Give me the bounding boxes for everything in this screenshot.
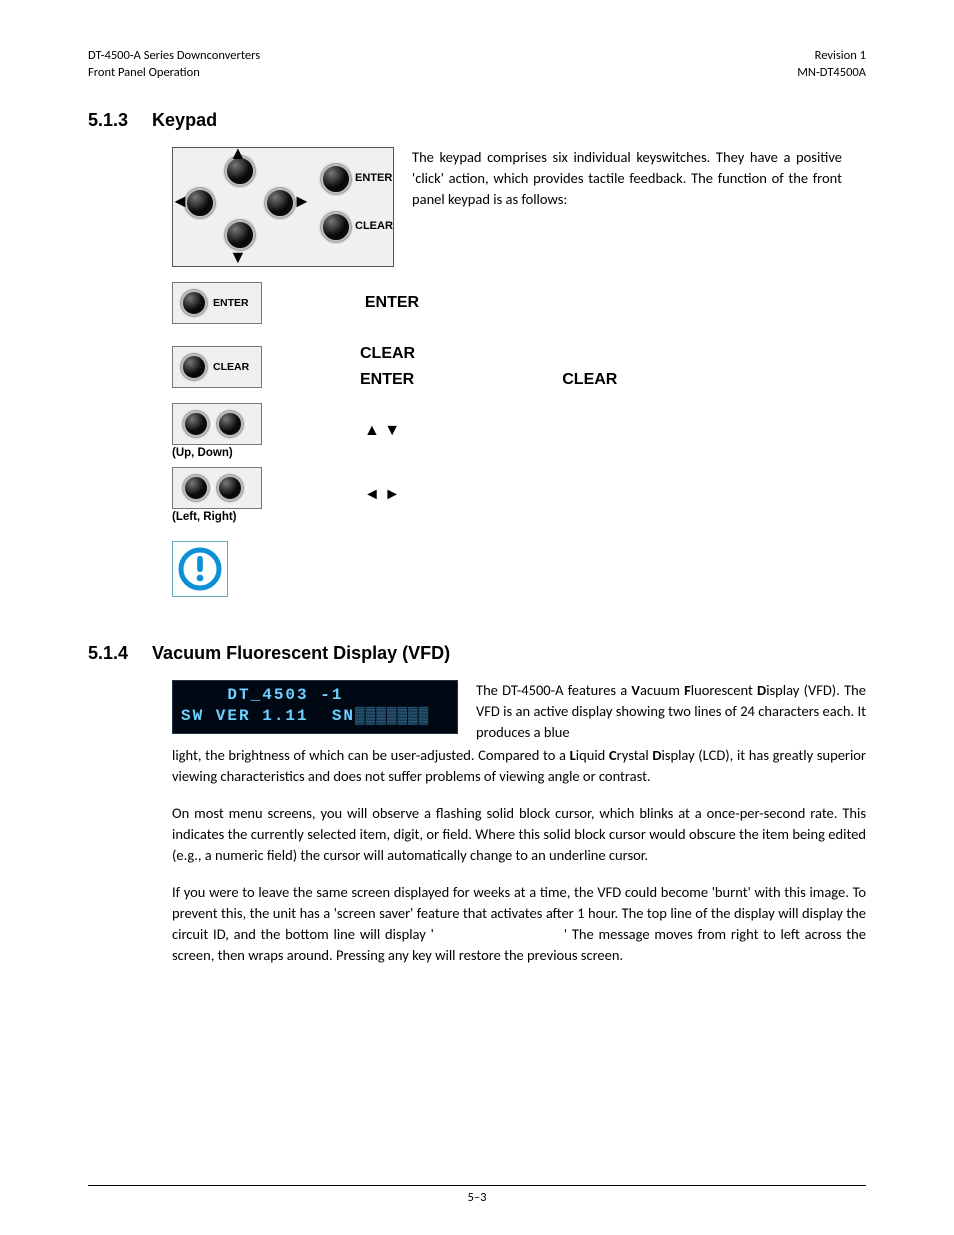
vfd-line1: DT_4503 -1 — [181, 685, 449, 707]
page-number: 5–3 — [468, 1190, 487, 1205]
right-mini-button — [217, 475, 243, 501]
keypad-table: ENTER ENTER CLEAR CLEAR ENTER CLEAR — [172, 271, 866, 527]
vfd-display: DT_4503 -1 SW VER 1.11 SN▓▓▓▓▓▓▓ — [172, 680, 458, 734]
enter-mini-label: ENTER — [213, 297, 249, 309]
p1f: iquid — [576, 746, 609, 764]
b-f: F — [684, 681, 691, 699]
updown-sub: (Up, Down) — [172, 447, 332, 459]
updown-mini — [172, 403, 262, 445]
enter-button — [321, 164, 351, 194]
vfd-para-1a: The DT-4500-A features a Vacuum Fluoresc… — [476, 680, 866, 743]
up-mini-button — [183, 411, 209, 437]
header-doc: MN-DT4500A — [797, 65, 866, 82]
vfd-row: DT_4503 -1 SW VER 1.11 SN▓▓▓▓▓▓▓ The DT-… — [172, 680, 866, 743]
page-header: DT-4500-A Series Downconverters Front Pa… — [88, 48, 866, 82]
vfd-para-2: On most menu screens, you will observe a… — [172, 803, 866, 866]
heading-keypad: 5.1.3 Keypad — [88, 110, 866, 131]
right-button — [265, 188, 295, 218]
row-updown: (Up, Down) ▲ ▼ — [172, 399, 866, 463]
p1e: light, the brightness of which can be us… — [172, 746, 570, 764]
clear-button — [321, 212, 351, 242]
header-rev: Revision 1 — [797, 48, 866, 65]
page-footer: 5–3 — [88, 1185, 866, 1205]
b-d: D — [757, 681, 766, 699]
clear-mini-button — [181, 354, 207, 380]
keypad-image: ▲ ▼ ◄ ► ENTER CLEAR — [172, 147, 394, 267]
row-enter: ENTER ENTER — [172, 271, 866, 335]
clear-link: CLEAR — [562, 367, 617, 393]
cell-updown-img: (Up, Down) — [172, 403, 332, 459]
header-left: DT-4500-A Series Downconverters Front Pa… — [88, 48, 260, 82]
vfd-line2-text: SW VER 1.11 SN — [181, 707, 355, 725]
cell-clear-img: CLEAR — [172, 346, 332, 388]
keypad-top-row: ▲ ▼ ◄ ► ENTER CLEAR The keypad comprises… — [172, 147, 866, 267]
p1g: rystal — [617, 746, 653, 764]
down-arrow-icon: ▼ — [229, 246, 247, 268]
b-v: V — [631, 681, 640, 699]
vfd-para-1b: light, the brightness of which can be us… — [172, 745, 866, 787]
clear-label: CLEAR — [355, 220, 393, 232]
vfd-para-3: If you were to leave the same screen dis… — [172, 882, 866, 966]
cell-lr-name: ◄ ► — [332, 486, 452, 504]
heading-num: 5.1.3 — [88, 110, 128, 131]
enter-label: ENTER — [355, 172, 392, 184]
cell-updown-name: ▲ ▼ — [332, 422, 452, 440]
cell-enter-name: ENTER — [332, 294, 452, 312]
left-mini-button — [183, 475, 209, 501]
vfd-line2: SW VER 1.11 SN▓▓▓▓▓▓▓ — [181, 706, 449, 728]
right-arrow-icon: ► — [293, 190, 311, 212]
vfd-section: DT_4503 -1 SW VER 1.11 SN▓▓▓▓▓▓▓ The DT-… — [172, 680, 866, 966]
cell-clear-name: CLEAR ENTER CLEAR — [332, 341, 452, 392]
lr-sub: (Left, Right) — [172, 511, 332, 523]
enter-link: ENTER — [360, 367, 414, 393]
clear-mini: CLEAR — [172, 346, 262, 388]
important-icon — [172, 541, 228, 597]
row-leftright: (Left, Right) ◄ ► — [172, 463, 866, 527]
heading-text: Keypad — [152, 110, 217, 130]
b-c: C — [609, 746, 617, 764]
header-title: DT-4500-A Series Downconverters — [88, 48, 260, 65]
left-button — [185, 188, 215, 218]
heading-vfd: 5.1.4 Vacuum Fluorescent Display (VFD) — [88, 643, 866, 664]
vfd-blur: ▓▓▓▓▓▓▓ — [355, 707, 429, 725]
lr-mini — [172, 467, 262, 509]
keypad-intro: The keypad comprises six individual keys… — [412, 147, 842, 210]
p1a: The DT-4500-A features a — [476, 681, 631, 699]
cell-lr-img: (Left, Right) — [172, 467, 332, 523]
heading-vfd-text: Vacuum Fluorescent Display (VFD) — [152, 643, 450, 663]
keypad-block: ▲ ▼ ◄ ► ENTER CLEAR The keypad comprises… — [172, 147, 866, 597]
clear-big: CLEAR — [360, 341, 452, 367]
up-arrow-icon: ▲ — [229, 142, 247, 164]
header-right: Revision 1 MN-DT4500A — [797, 48, 866, 82]
clear-mini-label: CLEAR — [213, 361, 249, 373]
down-mini-button — [217, 411, 243, 437]
row-clear: CLEAR CLEAR ENTER CLEAR — [172, 335, 866, 399]
heading-vfd-num: 5.1.4 — [88, 643, 128, 664]
p1b: acuum — [640, 681, 684, 699]
p1c: luorescent — [691, 681, 757, 699]
left-arrow-icon: ◄ — [171, 190, 189, 212]
header-sub: Front Panel Operation — [88, 65, 260, 82]
cell-enter-img: ENTER — [172, 282, 332, 324]
enter-mini: ENTER — [172, 282, 262, 324]
enter-mini-button — [181, 290, 207, 316]
